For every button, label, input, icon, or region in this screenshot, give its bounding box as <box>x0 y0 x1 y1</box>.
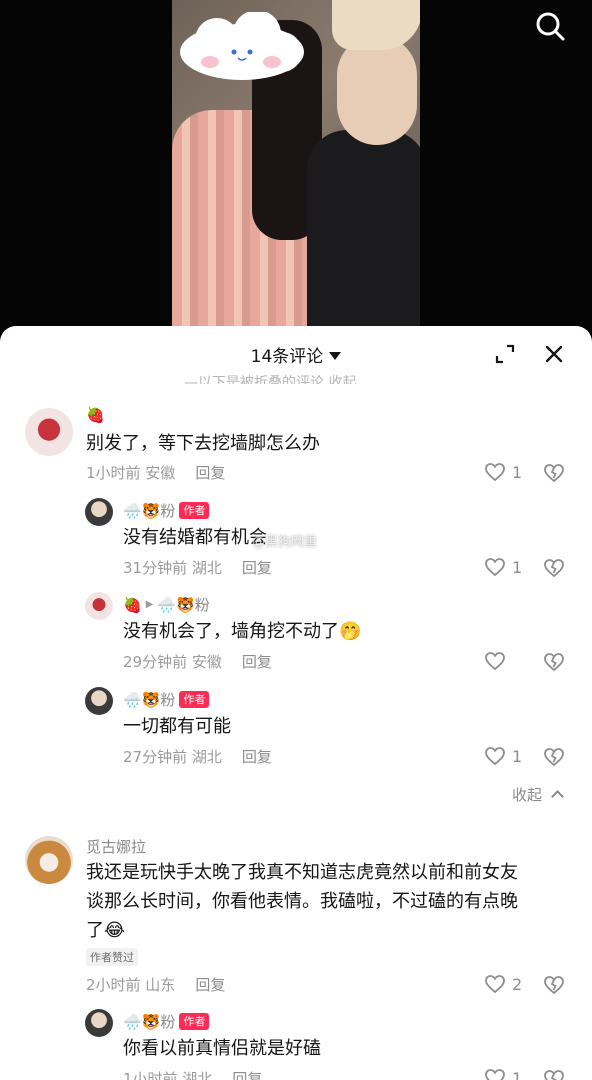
author-badge: 作者 <box>179 1013 210 1030</box>
comment-username[interactable]: 🍓 <box>86 406 105 424</box>
author-badge: 作者 <box>179 502 210 519</box>
reply-button[interactable]: 回复 <box>242 559 272 577</box>
comment-sheet-header: 14条评论 —以下是被折叠的评论 收起 <box>0 326 592 384</box>
broken-heart-icon[interactable] <box>543 975 565 995</box>
reply-button[interactable]: 回复 <box>195 464 225 482</box>
like-count: 1 <box>512 462 523 482</box>
comment-username-text: 🌧️🐯粉 <box>123 1013 176 1031</box>
comment-text: 别发了，等下去挖墙脚怎么办 <box>86 433 320 454</box>
reply-button[interactable]: 回复 <box>242 653 272 671</box>
broken-heart-icon[interactable] <box>543 558 565 578</box>
comment-username[interactable]: 🌧️🐯粉 作者 <box>123 689 210 710</box>
reply-button[interactable]: 回复 <box>232 1070 262 1080</box>
comment-text: 一切都有可能 <box>123 716 231 737</box>
like-button[interactable]: 1 <box>484 557 522 577</box>
comment-sheet: 14条评论 —以下是被折叠的评论 收起 🍓 别发了，等下去挖墙脚怎么办 1小时前… <box>0 326 592 1080</box>
collapse-replies-button[interactable]: 收起 <box>512 784 564 805</box>
avatar[interactable] <box>85 498 113 526</box>
caret-down-icon <box>329 352 342 360</box>
author-liked-badge: 作者赞过 <box>86 948 138 966</box>
comment-text: 你看以前真情侣就是好磕 <box>123 1038 321 1059</box>
avatar[interactable] <box>85 687 113 715</box>
comment-text: 我还是玩快手太晚了我真不知道志虎竟然以前和前女友 谈那么长时间，你看他表情。我磕… <box>86 858 566 945</box>
avatar[interactable] <box>85 592 113 620</box>
broken-heart-icon[interactable] <box>543 1069 565 1080</box>
heart-icon <box>485 463 505 482</box>
comment-count-label: 14条评论 <box>250 347 324 367</box>
like-button[interactable]: 2 <box>484 974 522 994</box>
comment-time: 1小时前 湖北 <box>123 1070 213 1080</box>
broken-heart-icon[interactable] <box>543 652 565 672</box>
comment-meta: 29分钟前 安徽 回复 <box>123 651 272 672</box>
comment-meta: 1小时前 湖北 回复 <box>123 1068 262 1080</box>
comment-username[interactable]: 觅古娜拉 <box>86 836 146 857</box>
reply-arrow-icon: ▶ <box>145 599 154 610</box>
comment-text-line: 我还是玩快手太晚了我真不知道志虎竟然以前和前女友 <box>86 862 518 883</box>
chevron-up-icon <box>550 790 564 803</box>
comment-time: 29分钟前 安徽 <box>123 653 222 671</box>
like-button[interactable]: 1 <box>484 462 522 482</box>
comment-username[interactable]: 🍓 ▶ 🌧️🐯粉 <box>123 594 210 615</box>
like-count: 1 <box>512 746 523 766</box>
comment-meta: 27分钟前 湖北 回复 <box>123 746 272 767</box>
expand-icon[interactable] <box>494 343 516 365</box>
comment-text-line: 了😂 <box>86 920 126 941</box>
cloud-sticker-icon <box>180 12 304 80</box>
video-player[interactable] <box>0 0 592 340</box>
comment-text: 没有结婚都有机会 <box>123 527 267 548</box>
heart-icon <box>485 975 505 994</box>
author-badge: 作者 <box>179 691 210 708</box>
comment-meta: 2小时前 山东 回复 <box>86 974 225 995</box>
video-person-blond-hair <box>332 0 420 50</box>
collapse-label: 收起 <box>512 786 543 804</box>
comment-text: 没有机会了，墙角挖不动了🤭 <box>123 621 362 642</box>
comment-meta: 1小时前 安徽 回复 <box>86 462 225 483</box>
comment-meta: 31分钟前 湖北 回复 <box>123 557 272 578</box>
video-frame <box>172 0 420 340</box>
video-person-shirt <box>307 130 420 340</box>
like-button[interactable] <box>484 651 512 671</box>
avatar[interactable] <box>25 408 73 456</box>
close-icon[interactable] <box>543 343 565 365</box>
watermark-text: @黑狗网重 <box>252 535 318 550</box>
avatar[interactable] <box>85 1009 113 1037</box>
like-count: 1 <box>512 557 523 577</box>
heart-icon <box>485 747 505 766</box>
like-count: 2 <box>512 974 523 994</box>
comment-username-text: 🌧️🐯粉 <box>123 691 176 709</box>
broken-heart-icon[interactable] <box>543 463 565 483</box>
comment-username[interactable]: 🌧️🐯粉 作者 <box>123 1011 210 1032</box>
like-button[interactable]: 1 <box>484 746 522 766</box>
heart-icon <box>485 1069 505 1080</box>
search-icon[interactable] <box>532 8 568 44</box>
like-button[interactable]: 1 <box>484 1068 522 1080</box>
comment-time: 2小时前 山东 <box>86 976 176 994</box>
comment-time: 1小时前 安徽 <box>86 464 176 482</box>
video-person-face <box>337 35 417 145</box>
comment-text-line: 谈那么长时间，你看他表情。我磕啦，不过磕的有点晚 <box>86 891 518 912</box>
comment-username-text: 🍓 <box>123 595 142 614</box>
comment-time: 31分钟前 湖北 <box>123 559 222 577</box>
like-count: 1 <box>512 1068 523 1080</box>
scrolled-partial-text: —以下是被折叠的评论 收起 <box>184 375 357 384</box>
heart-icon <box>485 558 505 577</box>
comment-username-text: 🌧️🐯粉 <box>123 502 176 520</box>
broken-heart-icon[interactable] <box>543 747 565 767</box>
comment-username[interactable]: 🌧️🐯粉 作者 <box>123 500 210 521</box>
reply-to-username[interactable]: 🌧️🐯粉 <box>157 594 209 615</box>
reply-button[interactable]: 回复 <box>195 976 225 994</box>
comment-time: 27分钟前 湖北 <box>123 748 222 766</box>
avatar[interactable] <box>25 836 73 884</box>
reply-button[interactable]: 回复 <box>242 748 272 766</box>
heart-icon <box>485 652 505 671</box>
